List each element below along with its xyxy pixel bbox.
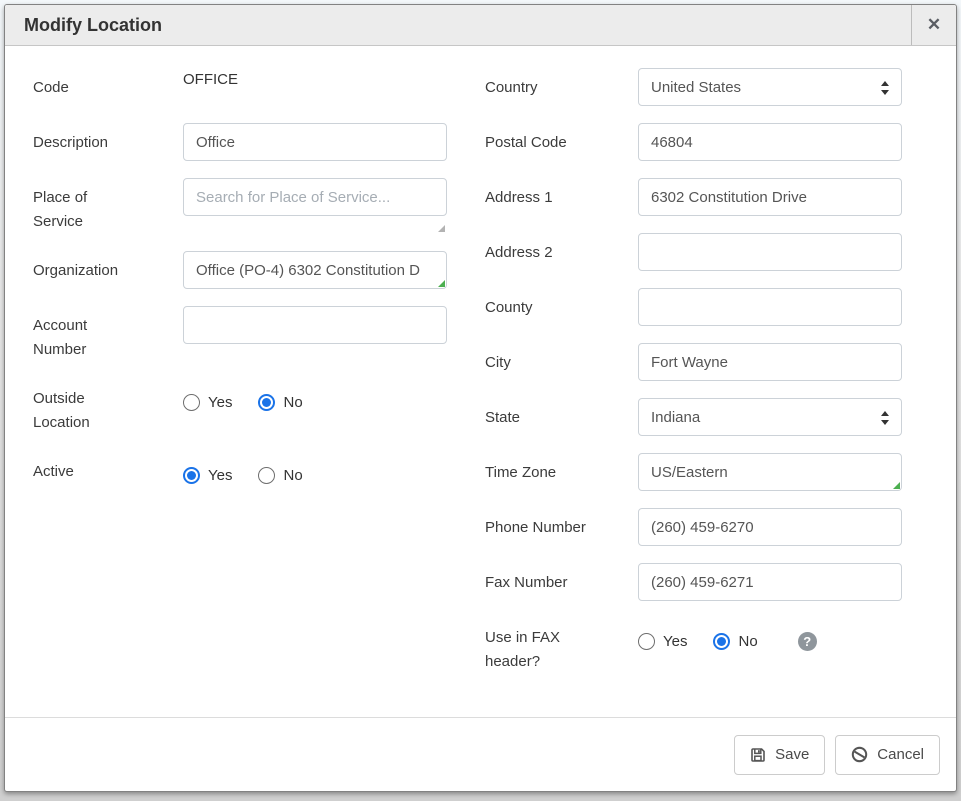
fax-number-input[interactable] (638, 563, 902, 601)
radio-icon[interactable] (713, 633, 730, 650)
radio-icon[interactable] (258, 467, 275, 484)
save-button[interactable]: Save (734, 735, 825, 775)
cancel-icon (851, 746, 868, 763)
select-arrows-icon (880, 80, 890, 100)
place-of-service-input[interactable] (183, 178, 447, 216)
city-input[interactable] (638, 343, 902, 381)
country-row: Country United States (485, 68, 902, 106)
account-number-input[interactable] (183, 306, 447, 344)
radio-icon[interactable] (638, 633, 655, 650)
close-button[interactable]: ✕ (911, 5, 956, 45)
description-row: Description (33, 123, 447, 161)
typeahead-corner-icon (438, 225, 445, 232)
description-label: Description (33, 123, 183, 161)
time-zone-label: Time Zone (485, 453, 638, 491)
typeahead-corner-icon (438, 280, 445, 287)
state-label: State (485, 398, 638, 436)
cancel-button-label: Cancel (877, 746, 924, 763)
radio-label: Yes (663, 633, 687, 650)
phone-number-input[interactable] (638, 508, 902, 546)
code-row: Code OFFICE (33, 68, 447, 106)
fax-number-row: Fax Number (485, 563, 902, 601)
organization-input[interactable] (183, 251, 447, 289)
dialog-header: Modify Location ✕ (5, 5, 956, 46)
typeahead-corner-icon (893, 482, 900, 489)
time-zone-row: Time Zone (485, 453, 902, 491)
code-label: Code (33, 68, 183, 106)
postal-code-input[interactable] (638, 123, 902, 161)
radio-label: No (738, 633, 757, 650)
radio-icon[interactable] (183, 394, 200, 411)
form-column-right: Country United States Postal Code (485, 68, 902, 717)
country-label: Country (485, 68, 638, 106)
save-icon (750, 747, 766, 763)
radio-label: No (283, 467, 302, 484)
use-in-fax-header-label: Use in FAX header? (485, 618, 638, 674)
radio-label: No (283, 394, 302, 411)
country-select-value: United States (651, 79, 741, 96)
close-icon: ✕ (927, 15, 941, 35)
state-select[interactable]: Indiana (638, 398, 902, 436)
address2-input[interactable] (638, 233, 902, 271)
address2-row: Address 2 (485, 233, 902, 271)
outside-location-row: Outside Location Yes No (33, 379, 447, 435)
form-column-left: Code OFFICE Description Place of Service (33, 68, 447, 717)
place-of-service-label: Place of Service (33, 178, 183, 234)
account-number-label: Account Number (33, 306, 183, 362)
address1-label: Address 1 (485, 178, 638, 216)
address1-input[interactable] (638, 178, 902, 216)
radio-label: Yes (208, 394, 232, 411)
active-yes-option[interactable]: Yes (183, 467, 232, 484)
account-number-row: Account Number (33, 306, 447, 362)
county-label: County (485, 288, 638, 326)
outside-location-yes-option[interactable]: Yes (183, 394, 232, 411)
address2-label: Address 2 (485, 233, 638, 271)
use-in-fax-header-row: Use in FAX header? Yes No ? (485, 618, 902, 674)
time-zone-input[interactable] (638, 453, 902, 491)
fax-number-label: Fax Number (485, 563, 638, 601)
dialog-body: Code OFFICE Description Place of Service (5, 46, 956, 717)
radio-icon[interactable] (258, 394, 275, 411)
use-in-fax-header-radio-group: Yes No ? (638, 618, 817, 656)
city-row: City (485, 343, 902, 381)
modal-backdrop: Modify Location ✕ Code OFFICE Descriptio… (0, 0, 961, 801)
cancel-button[interactable]: Cancel (835, 735, 940, 775)
description-input[interactable] (183, 123, 447, 161)
active-label: Active (33, 452, 183, 490)
save-button-label: Save (775, 746, 809, 763)
use-in-fax-header-no-option[interactable]: No (713, 633, 757, 650)
place-of-service-row: Place of Service (33, 178, 447, 234)
active-radio-group: Yes No (183, 452, 303, 490)
county-input[interactable] (638, 288, 902, 326)
phone-number-label: Phone Number (485, 508, 638, 546)
organization-label: Organization (33, 251, 183, 289)
organization-row: Organization (33, 251, 447, 289)
county-row: County (485, 288, 902, 326)
outside-location-label: Outside Location (33, 379, 183, 435)
city-label: City (485, 343, 638, 381)
outside-location-radio-group: Yes No (183, 379, 303, 417)
active-no-option[interactable]: No (258, 467, 302, 484)
postal-code-row: Postal Code (485, 123, 902, 161)
modify-location-dialog: Modify Location ✕ Code OFFICE Descriptio… (4, 4, 957, 792)
country-select[interactable]: United States (638, 68, 902, 106)
dialog-footer: Save Cancel (5, 717, 956, 791)
dialog-title: Modify Location (5, 5, 911, 45)
code-value: OFFICE (183, 68, 447, 88)
phone-number-row: Phone Number (485, 508, 902, 546)
state-select-value: Indiana (651, 409, 700, 426)
select-arrows-icon (880, 410, 890, 430)
state-row: State Indiana (485, 398, 902, 436)
use-in-fax-header-yes-option[interactable]: Yes (638, 633, 687, 650)
postal-code-label: Postal Code (485, 123, 638, 161)
address1-row: Address 1 (485, 178, 902, 216)
radio-label: Yes (208, 467, 232, 484)
help-icon[interactable]: ? (798, 632, 817, 651)
outside-location-no-option[interactable]: No (258, 394, 302, 411)
active-row: Active Yes No (33, 452, 447, 490)
radio-icon[interactable] (183, 467, 200, 484)
